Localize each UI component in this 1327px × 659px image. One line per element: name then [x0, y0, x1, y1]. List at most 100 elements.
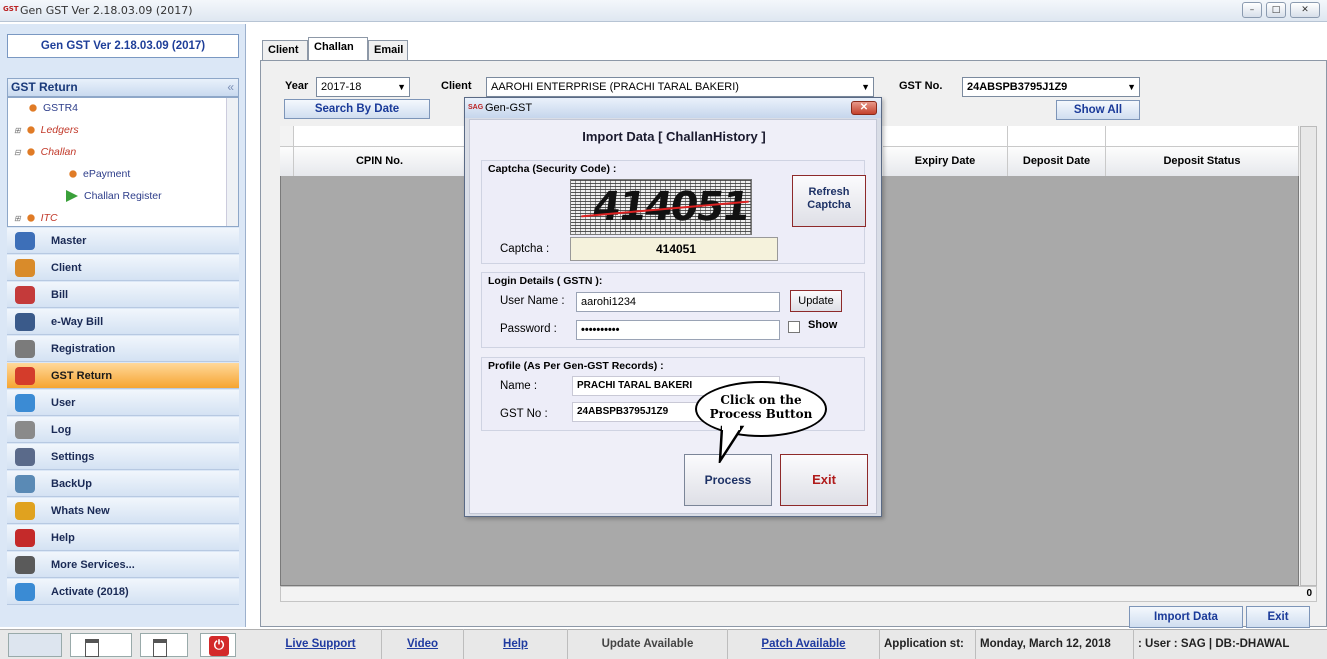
profile-group-label: Profile (As Per Gen-GST Records) : — [488, 360, 664, 372]
col-deposit-date[interactable]: Deposit Date — [1008, 146, 1106, 176]
nav-label: More Services... — [51, 559, 135, 571]
captcha-input[interactable]: 414051 — [570, 237, 778, 261]
name-label: Name : — [500, 380, 538, 392]
nav-label: Activate (2018) — [51, 586, 129, 598]
help-link[interactable]: Help — [464, 629, 568, 659]
collapse-icon[interactable]: « — [227, 79, 234, 96]
search-by-date-button[interactable]: Search By Date — [284, 99, 430, 119]
show-password-label: Show — [808, 319, 838, 331]
minimize-icon[interactable]: – — [1242, 2, 1262, 18]
row-header-cell — [280, 146, 294, 176]
username-label: User Name : — [500, 295, 565, 307]
nav-bill[interactable]: Bill — [7, 282, 239, 308]
close-icon[interactable]: ✕ — [1290, 2, 1320, 18]
password-label: Password : — [500, 323, 557, 335]
tree-scrollbar[interactable] — [226, 98, 238, 226]
minimized-window-icon[interactable] — [140, 633, 188, 657]
nav-gst-return[interactable]: GST Return — [7, 363, 239, 389]
nav-log[interactable]: Log — [7, 417, 239, 443]
tree-item-challan[interactable]: ⊟ Challan — [14, 144, 76, 160]
minimized-window-icon[interactable] — [70, 633, 132, 657]
tree-item-label: Ledgers — [40, 124, 79, 136]
taskbar-slot[interactable] — [8, 633, 62, 657]
nav-label: Bill — [51, 289, 69, 301]
captcha-label: Captcha : — [500, 243, 550, 255]
show-all-button[interactable]: Show All — [1056, 100, 1140, 120]
grid-filter-cell[interactable] — [1008, 126, 1106, 146]
grid-footer-count: 0 — [280, 586, 1317, 602]
username-input[interactable]: aarohi1234 — [576, 292, 780, 312]
nav-whats-new[interactable]: Whats New — [7, 498, 239, 524]
gstno-label: GST No : — [500, 408, 548, 420]
master-icon — [15, 232, 35, 250]
gst-return-tree: GSTR4 ⊞ Ledgers ⊟ Challan ePayment Chall… — [7, 97, 239, 227]
nav-user[interactable]: User — [7, 390, 239, 416]
nav-more-services[interactable]: More Services... — [7, 552, 239, 578]
patch-available-link[interactable]: Patch Available — [728, 629, 880, 659]
show-password-checkbox[interactable] — [788, 321, 800, 333]
tree-node-icon — [23, 213, 38, 224]
dialog-exit-button[interactable]: Exit — [780, 454, 868, 506]
import-data-button[interactable]: Import Data — [1129, 606, 1243, 628]
login-group-label: Login Details ( GSTN ): — [488, 275, 603, 287]
exit-button[interactable]: Exit — [1246, 606, 1310, 628]
tree-item-epayment[interactable]: ePayment — [66, 166, 130, 182]
nav-registration[interactable]: Registration — [7, 336, 239, 362]
video-link[interactable]: Video — [382, 629, 464, 659]
nav-label: Help — [51, 532, 75, 544]
nav-backup[interactable]: BackUp — [7, 471, 239, 497]
nav-label: Log — [51, 424, 72, 436]
tree-item-itc[interactable]: ⊞ ITC — [14, 210, 58, 226]
tab-challan[interactable]: Challan — [308, 37, 368, 60]
nav-label: Master — [51, 235, 87, 247]
eway-bill-icon — [15, 313, 35, 331]
captcha-group-label: Captcha (Security Code) : — [488, 163, 617, 175]
nav-client[interactable]: Client — [7, 255, 239, 281]
nav-help[interactable]: Help — [7, 525, 239, 551]
year-value: 2017-18 — [321, 81, 362, 93]
col-cpin[interactable]: CPIN No. — [294, 146, 466, 176]
app-status: Application st: — [880, 629, 976, 659]
tab-client[interactable]: Client — [262, 40, 308, 60]
nav-e-way-bill[interactable]: e-Way Bill — [7, 309, 239, 335]
dialog-titlebar[interactable]: SAG Gen-GST ✕ — [465, 98, 881, 118]
col-expiry-date[interactable]: Expiry Date — [883, 146, 1008, 176]
grid-filter-cell[interactable] — [294, 126, 466, 146]
tree-item-label: ePayment — [83, 168, 131, 180]
restore-icon[interactable]: □ — [1266, 2, 1286, 18]
year-select[interactable]: 2017-18 ▼ — [316, 77, 410, 97]
nav-label: BackUp — [51, 478, 92, 490]
gst-return-section-header[interactable]: GST Return « — [7, 78, 239, 97]
tree-item-label: Challan Register — [84, 190, 162, 202]
tree-item-challan-register[interactable]: Challan Register — [66, 188, 162, 204]
tree-item-gstr4[interactable]: GSTR4 — [26, 100, 78, 116]
nav-settings[interactable]: Settings — [7, 444, 239, 470]
password-input[interactable]: •••••••••• — [576, 320, 780, 340]
log-icon — [15, 421, 35, 439]
dialog-title: Gen-GST — [485, 102, 533, 114]
year-label: Year — [285, 80, 309, 92]
grid-scrollbar[interactable] — [1300, 126, 1317, 586]
live-support-link[interactable]: Live Support — [260, 629, 382, 659]
grid-filter-cell[interactable] — [883, 126, 1008, 146]
refresh-captcha-button[interactable]: Refresh Captcha — [792, 175, 866, 227]
callout-line-2: Process Button — [709, 407, 813, 421]
col-deposit-status[interactable]: Deposit Status — [1106, 146, 1299, 176]
tree-item-ledgers[interactable]: ⊞ Ledgers — [14, 122, 79, 138]
close-icon[interactable]: ✕ — [851, 101, 877, 115]
services-icon — [15, 556, 35, 574]
grid-filter-cell[interactable] — [1106, 126, 1299, 146]
update-button[interactable]: Update — [790, 290, 842, 312]
tree-node-icon — [26, 103, 40, 114]
bill-icon — [15, 286, 35, 304]
gst-select[interactable]: 24ABSPB3795J1Z9 ▼ — [962, 77, 1140, 97]
chevron-down-icon: ▼ — [1127, 82, 1136, 92]
nav-activate-2018[interactable]: Activate (2018) — [7, 579, 239, 605]
power-icon[interactable]: ⏻ — [200, 633, 236, 657]
tab-email[interactable]: Email — [368, 40, 408, 60]
captcha-image: 414051 — [570, 179, 752, 235]
user-icon — [15, 394, 35, 412]
nav-master[interactable]: Master — [7, 228, 239, 254]
update-available-label[interactable]: Update Available — [568, 629, 728, 659]
client-select[interactable]: AAROHI ENTERPRISE (PRACHI TARAL BAKERI) ▼ — [486, 77, 874, 97]
